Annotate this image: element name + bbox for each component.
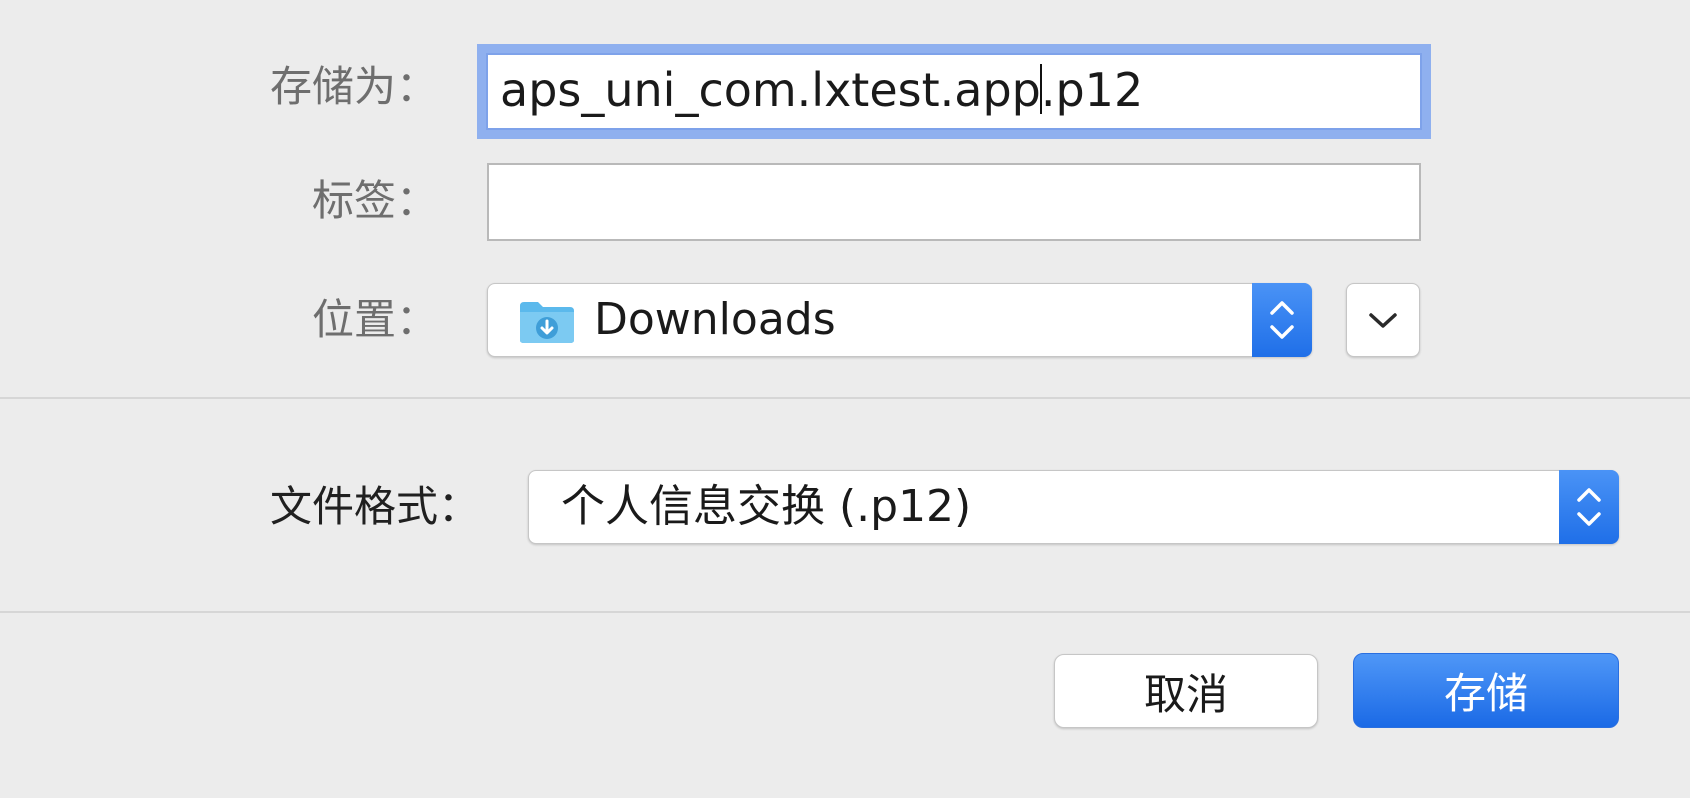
save-as-input[interactable]: aps_uni_com.lxtest.app.p12	[486, 53, 1422, 130]
location-stepper[interactable]	[1252, 283, 1312, 357]
save-as-value: aps_uni_com.lxtest.app.p12	[500, 63, 1143, 118]
up-down-chevron-icon	[1270, 301, 1294, 339]
file-format-label: 文件格式：	[269, 482, 480, 531]
location-popup[interactable]: Downloads	[487, 283, 1312, 357]
file-format-stepper[interactable]	[1559, 470, 1619, 544]
downloads-folder-icon	[520, 302, 574, 343]
tags-label: 标签：	[311, 176, 438, 225]
chevron-down-icon	[1369, 313, 1397, 328]
section-divider-top	[0, 397, 1690, 399]
section-divider-bottom	[0, 611, 1690, 613]
save-as-label: 存储为：	[269, 62, 438, 111]
cancel-button[interactable]: 取消	[1054, 654, 1318, 728]
file-format-popup[interactable]: 个人信息交换 (.p12)	[528, 470, 1619, 544]
file-format-value: 个人信息交换 (.p12)	[561, 481, 972, 532]
expand-button[interactable]	[1346, 283, 1420, 357]
up-down-chevron-icon	[1577, 488, 1601, 526]
tags-input[interactable]	[487, 163, 1421, 241]
save-as-value-after-caret: .p12	[1040, 63, 1144, 117]
cancel-button-label: 取消	[1143, 669, 1228, 719]
location-value: Downloads	[594, 294, 836, 345]
save-button-label: 存储	[1443, 669, 1528, 718]
save-button[interactable]: 存储	[1353, 653, 1619, 728]
location-label: 位置：	[311, 295, 438, 344]
save-as-value-before-caret: aps_uni_com.lxtest.app	[500, 63, 1041, 117]
